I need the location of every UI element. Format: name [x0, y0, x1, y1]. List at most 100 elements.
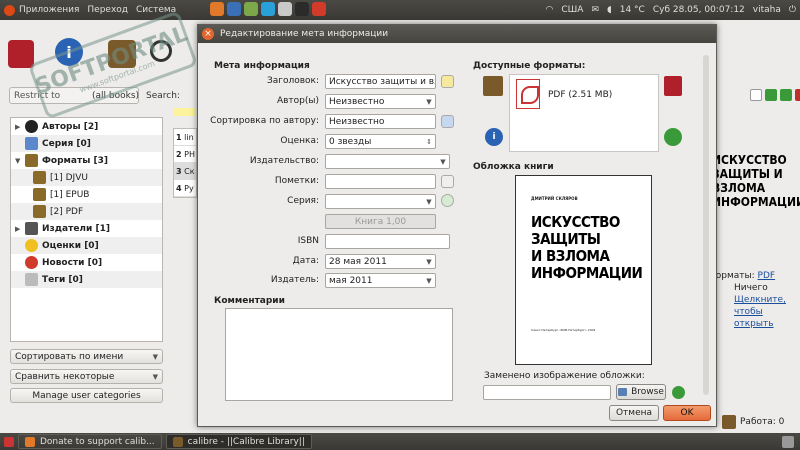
chevron-down-icon[interactable]: ▼: [437, 155, 449, 168]
firefox-icon[interactable]: [210, 2, 224, 16]
tag-label: [1] DJVU: [50, 172, 88, 183]
swap-title-author-button[interactable]: [441, 75, 454, 88]
author-sort-input[interactable]: Неизвестно: [325, 114, 436, 129]
ok-button[interactable]: OK: [663, 405, 711, 421]
skype-icon[interactable]: [261, 2, 275, 16]
tag-browser: ▶ Авторы [2] Серия [0] ▼ Форматы [3] [1]…: [10, 117, 163, 342]
tag-label: Серия [0]: [42, 138, 91, 149]
rating-spinbox[interactable]: 0 звезды ⇕: [325, 134, 436, 149]
recycle-icon[interactable]: [664, 128, 682, 146]
user-name[interactable]: vitaha: [753, 5, 781, 15]
tag-publishers[interactable]: ▶ Издатели [1]: [11, 220, 162, 237]
tag-authors[interactable]: ▶ Авторы [2]: [11, 118, 162, 135]
terminal-icon[interactable]: [295, 2, 309, 16]
isbn-input[interactable]: [325, 234, 450, 249]
tags-label: Пометки:: [274, 176, 319, 186]
open-link[interactable]: Щелкните, чтобы открыть: [708, 294, 788, 330]
format-info-icon[interactable]: i: [485, 128, 503, 146]
sort-by-name-button[interactable]: Сортировать по имени ▼: [10, 349, 163, 364]
dialog-titlebar[interactable]: × Редактирование мета информации: [198, 25, 716, 43]
tag-formats[interactable]: ▼ Форматы [3]: [11, 152, 162, 169]
menu-applications[interactable]: Приложения: [19, 5, 79, 15]
keyboard-layout[interactable]: США: [561, 5, 583, 15]
expand-icon[interactable]: ▶: [15, 225, 25, 233]
author-label: Автор(ы): [276, 96, 319, 106]
thunderbird-icon[interactable]: [227, 2, 241, 16]
add-books-icon[interactable]: [8, 40, 34, 68]
mail-icon[interactable]: ✉: [591, 5, 599, 15]
browse-button[interactable]: Browse: [616, 384, 666, 400]
book-details-panel: ИСКУССТВО ЗАЩИТЫ И ВЗЛОМА ИНФОРМАЦИИ: [704, 118, 800, 418]
pubdate-input[interactable]: мая 2011 ▼: [325, 273, 436, 288]
power-icon[interactable]: ⏻: [789, 5, 796, 15]
chevron-down-icon[interactable]: ▼: [423, 95, 435, 108]
manage-user-categories-button[interactable]: Manage user categories: [10, 388, 163, 403]
series-input[interactable]: ▼: [325, 194, 436, 209]
volume-icon[interactable]: ◖: [607, 5, 612, 15]
tag-label: Теги [0]: [42, 274, 83, 285]
add-format-icon[interactable]: [483, 76, 503, 96]
series-index-spinbox: Книга 1,00: [325, 214, 436, 229]
publisher-input[interactable]: ▼: [325, 154, 450, 169]
dialog-scrollbar[interactable]: [703, 55, 709, 395]
calibre-icon: [172, 436, 183, 447]
format-item-pdf[interactable]: PDF (2.51 MB): [548, 90, 612, 100]
jobs-status[interactable]: Работа: 0: [722, 415, 784, 429]
table-row[interactable]: 3 Ск: [174, 163, 196, 180]
format-link[interactable]: PDF: [758, 271, 776, 281]
author-value: Неизвестно: [329, 96, 385, 107]
chevron-down-icon[interactable]: ▼: [423, 255, 435, 268]
browse-label: Browse: [631, 387, 664, 397]
clock-icon[interactable]: [278, 2, 292, 16]
tag-format-epub[interactable]: [1] EPUB: [11, 186, 162, 203]
task-firefox[interactable]: Donate to support calib...: [18, 434, 162, 449]
spin-arrows-icon[interactable]: ⇕: [423, 135, 435, 148]
title-input[interactable]: Искусство защиты и взлома: [325, 74, 436, 89]
book-cover-image[interactable]: ДМИТРИЙ СКЛЯРОВ ИСКУССТВО ЗАЩИТЫ И ВЗЛОМ…: [515, 175, 652, 365]
chevron-down-icon: ▼: [152, 352, 158, 361]
expand-icon[interactable]: ▶: [15, 123, 25, 131]
table-row[interactable]: 4 Ру: [174, 180, 196, 197]
remove-format-icon[interactable]: [664, 76, 682, 96]
tag-format-djvu[interactable]: [1] DJVU: [11, 169, 162, 186]
ubuntu-logo-icon[interactable]: [4, 4, 15, 16]
cover-path-input[interactable]: [483, 385, 611, 400]
weather-temperature[interactable]: 14 °C: [620, 5, 645, 15]
add-search-icon[interactable]: [780, 89, 792, 101]
chevron-down-icon[interactable]: ▼: [423, 195, 435, 208]
cancel-button[interactable]: Отмена: [609, 405, 659, 421]
trash-icon[interactable]: [782, 435, 794, 448]
comments-textarea[interactable]: [225, 308, 453, 401]
wifi-icon[interactable]: ◠: [546, 5, 554, 15]
tag-series[interactable]: Серия [0]: [11, 135, 162, 152]
menu-places[interactable]: Переход: [87, 5, 128, 15]
collapse-icon[interactable]: ▼: [15, 157, 25, 165]
app-red-icon[interactable]: [312, 2, 326, 16]
reset-cover-icon[interactable]: [672, 386, 685, 399]
table-row[interactable]: 2 PH: [174, 146, 196, 163]
manage-label: Manage user categories: [32, 390, 141, 401]
delete-search-icon[interactable]: [795, 89, 800, 101]
close-icon[interactable]: ×: [202, 28, 214, 40]
chevron-down-icon[interactable]: ▼: [423, 274, 435, 287]
app-icon[interactable]: [244, 2, 258, 16]
tag-label: Издатели [1]: [42, 223, 110, 234]
date-input[interactable]: 28 мая 2011 ▼: [325, 254, 436, 269]
show-desktop-icon[interactable]: [4, 436, 14, 447]
tag-editor-button[interactable]: [441, 175, 454, 188]
task-calibre[interactable]: calibre - ||Calibre Library||: [165, 434, 312, 449]
tags-input[interactable]: [325, 174, 436, 189]
dropdown-icon[interactable]: [750, 89, 762, 101]
book-cover-title[interactable]: ИСКУССТВО ЗАЩИТЫ И ВЗЛОМА ИНФОРМАЦИИ: [712, 153, 800, 209]
recycle-series-icon[interactable]: [441, 194, 454, 207]
tag-ratings[interactable]: Оценки [0]: [11, 237, 162, 254]
tag-format-pdf[interactable]: [2] PDF: [11, 203, 162, 220]
author-input[interactable]: Неизвестно ▼: [325, 94, 436, 109]
datetime[interactable]: Суб 28.05, 00:07:12: [653, 5, 745, 15]
save-search-icon[interactable]: [765, 89, 777, 101]
auto-sort-button[interactable]: [441, 115, 454, 128]
match-some-button[interactable]: Сравнить некоторые ▼: [10, 369, 163, 384]
tag-news[interactable]: Новости [0]: [11, 254, 162, 271]
table-row[interactable]: 1 lin: [174, 129, 196, 146]
tag-tags[interactable]: Теги [0]: [11, 271, 162, 288]
